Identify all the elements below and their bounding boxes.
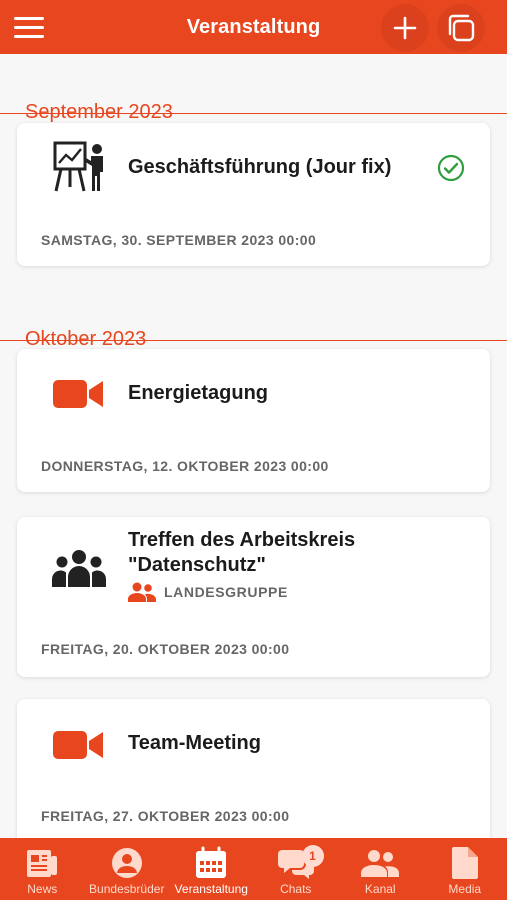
plus-icon [393,16,417,40]
calendar-icon [196,846,227,878]
file-icon [451,847,478,879]
app-header: Veranstaltung [0,0,507,54]
nav-label: Kanal [364,882,396,896]
nav-item-chats[interactable]: 1 Chats [254,838,339,900]
event-card[interactable]: Energietagung DONNERSTAG, 12. OKTOBER 20… [17,349,490,492]
nav-item-kanal[interactable]: Kanal [338,838,423,900]
news-icon [27,850,58,877]
bottom-navigation: News Bundesbrüder Veranstaltung 1 Chats … [0,838,507,900]
event-title: Team-Meeting [128,732,261,754]
event-card[interactable]: Team-Meeting FREITAG, 27. OKTOBER 2023 0… [17,699,490,838]
nav-label: Chats [280,882,312,896]
video-camera-icon [53,731,103,759]
event-title: Energietagung [128,382,269,404]
event-card[interactable]: Treffen des Arbeitskreis "Datenschutz" L… [17,517,490,677]
nav-label: News [27,882,58,896]
group-tag: LANDESGRUPPE [128,582,288,602]
event-card[interactable]: Geschäftsführung (Jour fix) SAMSTAG, 30.… [17,123,490,266]
nav-label: Veranstaltung [174,882,248,896]
group-icon [51,550,107,587]
check-circle-icon [437,154,465,182]
app-screen: Veranstaltung September 2023 Geschäftsfü… [0,0,507,900]
account-icon [111,848,142,878]
event-date: FREITAG, 20. OKTOBER 2023 00:00 [41,641,290,657]
event-date: SAMSTAG, 30. SEPTEMBER 2023 00:00 [41,232,317,248]
nav-item-media[interactable]: Media [423,838,507,900]
event-list[interactable]: September 2023 Geschäftsführung (Jour fi… [0,54,507,838]
group-label: LANDESGRUPPE [164,584,288,600]
nav-item-veranstaltung[interactable]: Veranstaltung [169,838,254,900]
copy-icon [448,14,475,42]
month-header: September 2023 [0,74,507,123]
video-camera-icon [53,380,103,408]
event-date: DONNERSTAG, 12. OKTOBER 2023 00:00 [41,458,329,474]
add-event-button[interactable] [381,4,429,52]
unread-badge: 1 [301,845,324,867]
event-title: Geschäftsführung (Jour fix) [128,156,392,178]
group-people-icon [128,582,156,602]
people-icon [361,850,400,877]
page-title: Veranstaltung [186,15,321,38]
event-date: FREITAG, 27. OKTOBER 2023 00:00 [41,808,290,824]
copy-button[interactable] [437,4,485,52]
menu-button[interactable] [14,13,48,41]
nav-label: Bundesbrüder [89,882,165,896]
presentation-icon [53,141,103,192]
month-header: Oktober 2023 [0,301,507,350]
nav-item-bundesbrueder[interactable]: Bundesbrüder [85,838,170,900]
nav-item-news[interactable]: News [0,838,85,900]
event-title: Treffen des Arbeitskreis "Datenschutz" [128,529,356,576]
hamburger-menu-icon [14,16,44,20]
nav-label: Media [448,882,482,896]
